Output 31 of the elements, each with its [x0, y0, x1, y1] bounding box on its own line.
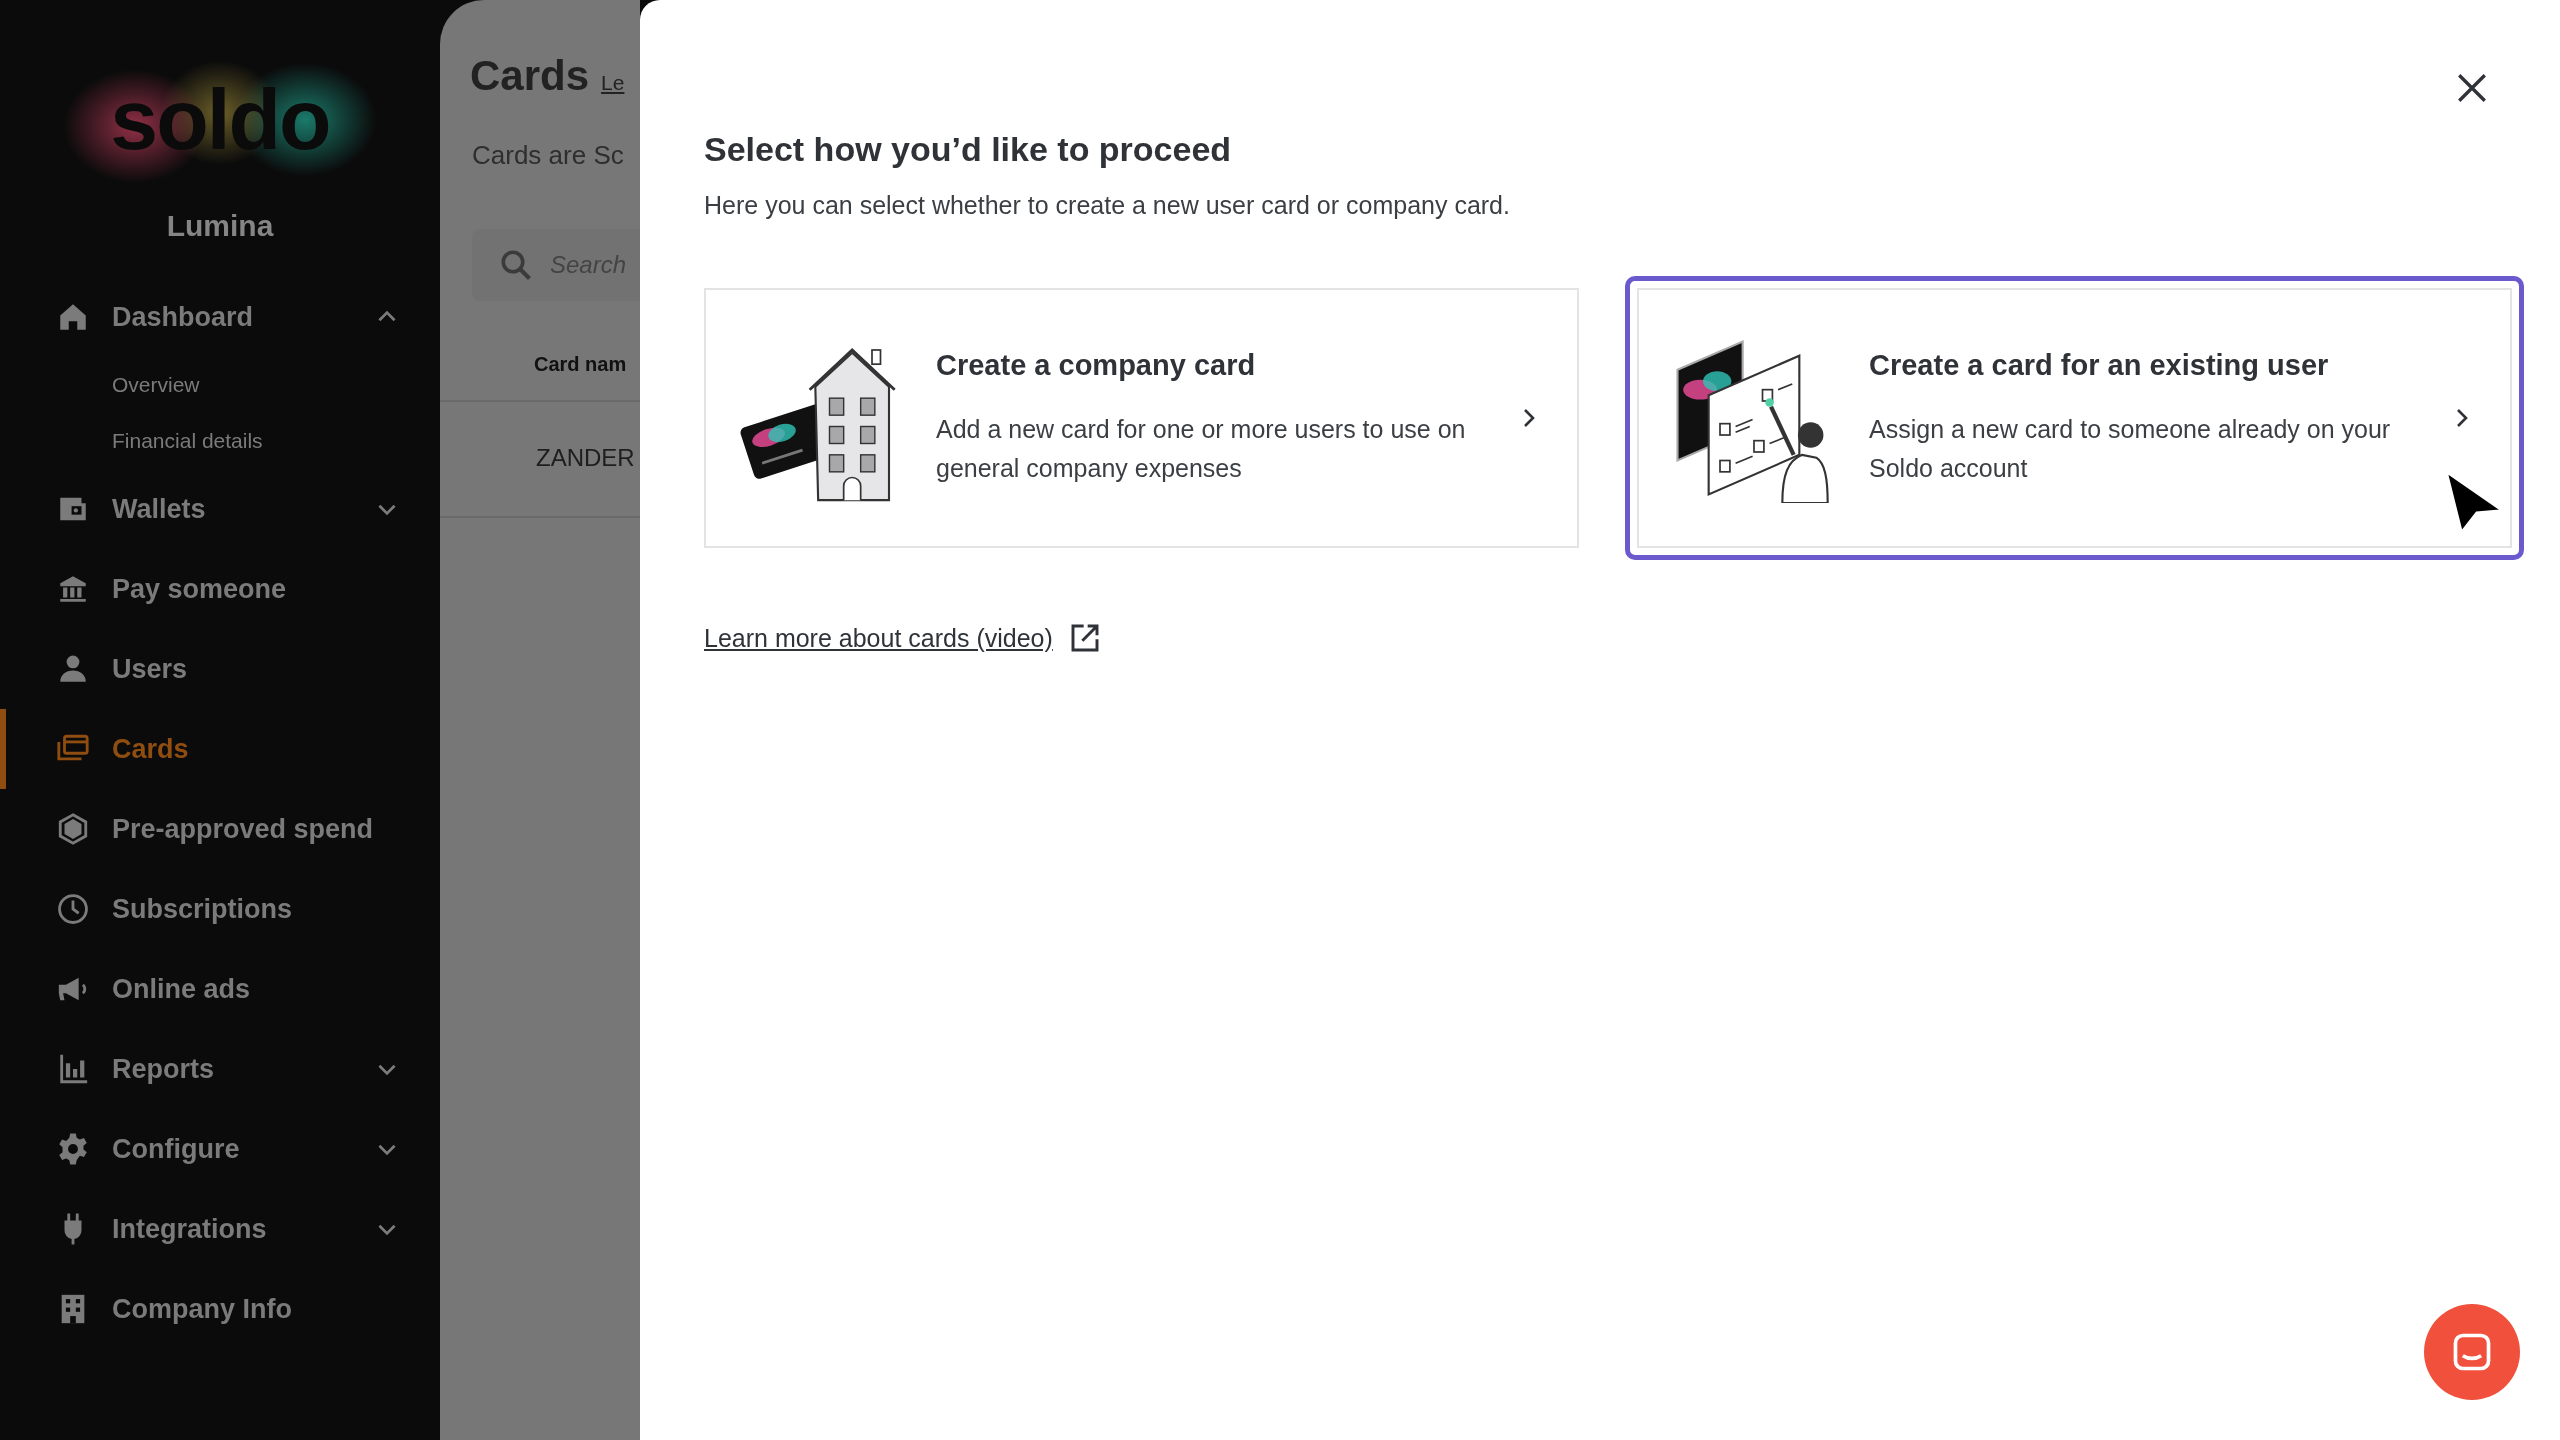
page-title: Cards — [470, 52, 590, 100]
dialog-subtitle: Here you can select whether to create a new user card or company card. — [704, 191, 1511, 220]
dialog-title: Select how you’d like to proceed — [704, 130, 1233, 169]
sidebar-item[interactable]: Dashboard — [0, 277, 440, 357]
learn-more-link[interactable]: Learn more about cards (video) — [704, 623, 1053, 653]
sidebar-item[interactable]: Company Info — [0, 1269, 440, 1349]
sidebar-item[interactable]: Pay someone — [0, 549, 440, 629]
company-name: Lumina — [166, 209, 274, 243]
sidebar-subitem[interactable]: Financial details — [0, 413, 263, 469]
close-icon — [2455, 71, 2489, 105]
option-title: Create a company card — [936, 348, 1257, 382]
gear-icon — [56, 1132, 90, 1166]
clock-icon — [56, 892, 90, 926]
option-title: Create a card for an existing user — [1869, 348, 2330, 382]
option-description: Add a new card for one or more users to use on general company expenses — [936, 413, 1467, 484]
sidebar-item[interactable]: Pre-approved spend — [0, 789, 440, 869]
sidebar-item[interactable]: Integrations — [0, 1189, 440, 1269]
sidebar-subitem[interactable]: Overview — [0, 357, 200, 413]
sidebar-item[interactable]: Wallets — [0, 469, 440, 549]
column-header: Card nam — [534, 353, 627, 375]
table-cell: ZANDER — [536, 444, 635, 471]
hex-icon — [56, 812, 90, 846]
sidebar-item[interactable]: Configure — [0, 1109, 440, 1189]
sidebar-item[interactable]: Users — [0, 629, 440, 709]
learn-link[interactable]: Le — [601, 71, 625, 95]
page-intro: Cards are Sc — [471, 140, 625, 171]
sidebar-item[interactable]: Online ads — [0, 949, 440, 1029]
sidebar-item[interactable]: Subscriptions — [0, 869, 440, 949]
option-description: Assign a new card to someone already on your Soldo account — [1869, 413, 2392, 484]
sidebar-item[interactable]: Reports — [0, 1029, 440, 1109]
option-card[interactable]: Create a card for an existing user Assign a new card to someone already on your Soldo account — [1625, 276, 2524, 560]
